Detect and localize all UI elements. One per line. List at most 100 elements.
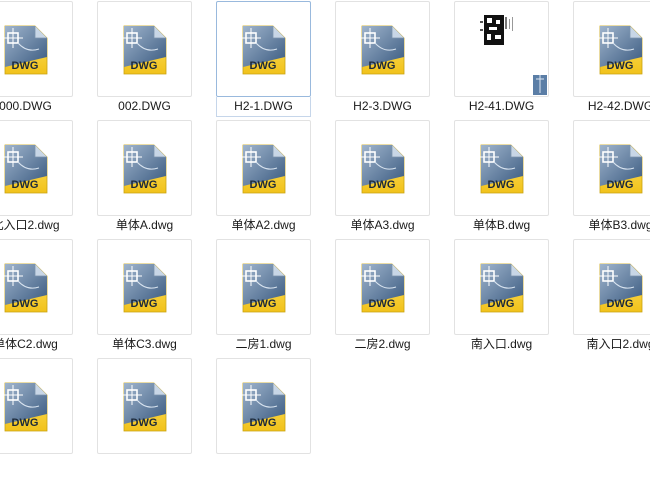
dwg-badge-text: DWG — [369, 298, 396, 310]
file-thumbnail[interactable]: DWG — [0, 239, 73, 335]
dwg-file-icon: DWG — [479, 144, 524, 194]
file-tile[interactable]: DWG 002.DWG — [97, 1, 216, 120]
file-name-label: 单体A.dwg — [115, 218, 174, 232]
file-thumbnail[interactable]: DWG — [216, 358, 311, 454]
file-thumbnail[interactable]: DWG — [454, 120, 549, 216]
file-thumbnail[interactable]: DWG — [216, 1, 311, 97]
file-thumbnail[interactable]: DWG — [0, 120, 73, 216]
dwg-badge-text: DWG — [250, 417, 277, 429]
file-name-label: 北入口2.dwg — [0, 218, 60, 232]
file-tile[interactable]: DWG — [216, 358, 335, 477]
file-name-label: H2-41.DWG — [468, 99, 535, 113]
file-name-label: H2-3.DWG — [353, 99, 412, 113]
dwg-file-icon: DWG — [122, 263, 167, 313]
dwg-badge-text: DWG — [607, 298, 634, 310]
file-tile[interactable]: H2-41.DWG — [454, 1, 573, 120]
dwg-file-icon: DWG — [479, 263, 524, 313]
file-thumbnail[interactable]: DWG — [573, 120, 650, 216]
file-thumbnail[interactable]: DWG — [0, 358, 73, 454]
file-name-label: 二房2.dwg — [354, 337, 411, 351]
file-tile[interactable]: DWG — [97, 358, 216, 477]
file-tile[interactable]: DWG 南入口2.dwg — [573, 239, 650, 358]
dwg-badge-text: DWG — [12, 179, 39, 191]
file-tile[interactable]: DWG 二房2.dwg — [335, 239, 454, 358]
file-tile[interactable]: DWG 单体C3.dwg — [97, 239, 216, 358]
drawing-preview-thumbnail — [456, 3, 547, 95]
dwg-file-icon: DWG — [122, 25, 167, 75]
file-grid: DWG 000.DWG DWG 002.DWG DWG H2-1.DWG DWG… — [0, 0, 650, 454]
dwg-badge-text: DWG — [12, 298, 39, 310]
file-tile[interactable]: DWG 单体C2.dwg — [0, 239, 97, 358]
dwg-badge-text: DWG — [12, 417, 39, 429]
file-name-label: 南入口.dwg — [470, 337, 533, 351]
dwg-badge-text: DWG — [250, 298, 277, 310]
file-thumbnail[interactable]: DWG — [0, 1, 73, 97]
dwg-badge-text: DWG — [131, 417, 158, 429]
dwg-file-icon: DWG — [241, 382, 286, 432]
file-thumbnail[interactable]: DWG — [573, 1, 650, 97]
dwg-badge-text: DWG — [131, 179, 158, 191]
dwg-badge-text: DWG — [369, 60, 396, 72]
dwg-file-icon: DWG — [360, 25, 405, 75]
file-name-label: 单体A2.dwg — [231, 218, 296, 232]
file-tile[interactable]: DWG 南入口.dwg — [454, 239, 573, 358]
dwg-file-icon: DWG — [598, 144, 643, 194]
file-tile[interactable]: DWG H2-1.DWG — [216, 1, 335, 120]
dwg-file-icon: DWG — [122, 144, 167, 194]
file-tile[interactable]: DWG H2-3.DWG — [335, 1, 454, 120]
dwg-file-icon: DWG — [3, 263, 48, 313]
file-tile[interactable]: DWG 单体B3.dwg — [573, 120, 650, 239]
file-thumbnail[interactable]: DWG — [97, 1, 192, 97]
file-thumbnail[interactable]: DWG — [335, 239, 430, 335]
dwg-badge-text: DWG — [12, 60, 39, 72]
dwg-file-icon: DWG — [3, 144, 48, 194]
file-tile[interactable]: DWG — [0, 358, 97, 477]
file-thumbnail[interactable]: DWG — [573, 239, 650, 335]
dwg-file-icon: DWG — [598, 25, 643, 75]
file-thumbnail[interactable]: DWG — [216, 120, 311, 216]
dwg-file-icon: DWG — [598, 263, 643, 313]
file-thumbnail[interactable]: DWG — [335, 1, 430, 97]
file-tile[interactable]: DWG H2-42.DWG — [573, 1, 650, 120]
file-thumbnail[interactable] — [454, 1, 549, 97]
file-name-label: H2-42.DWG — [587, 99, 650, 113]
file-name-label: H2-1.DWG — [234, 99, 293, 113]
dwg-badge-text: DWG — [131, 298, 158, 310]
dwg-file-icon: DWG — [360, 263, 405, 313]
dwg-file-icon: DWG — [241, 263, 286, 313]
file-thumbnail[interactable]: DWG — [97, 358, 192, 454]
file-thumbnail[interactable]: DWG — [97, 239, 192, 335]
file-name-label: 002.DWG — [118, 99, 171, 113]
file-name-label: 000.DWG — [0, 99, 52, 113]
file-name-label: 南入口2.dwg — [586, 337, 650, 351]
file-tile[interactable]: DWG 单体A3.dwg — [335, 120, 454, 239]
dwg-badge-text: DWG — [250, 60, 277, 72]
dwg-file-icon: DWG — [3, 382, 48, 432]
dwg-file-icon: DWG — [241, 144, 286, 194]
file-name-label: 单体A3.dwg — [350, 218, 415, 232]
file-name-label: 单体C3.dwg — [112, 337, 177, 351]
file-tile[interactable]: DWG 单体A.dwg — [97, 120, 216, 239]
file-tile[interactable]: DWG 二房1.dwg — [216, 239, 335, 358]
dwg-badge-text: DWG — [131, 60, 158, 72]
dwg-badge-text: DWG — [607, 60, 634, 72]
dwg-badge-text: DWG — [369, 179, 396, 191]
file-tile[interactable]: DWG 单体A2.dwg — [216, 120, 335, 239]
file-tile[interactable]: DWG 单体B.dwg — [454, 120, 573, 239]
dwg-badge-text: DWG — [488, 298, 515, 310]
file-name-label: 单体B.dwg — [472, 218, 531, 232]
dwg-file-icon: DWG — [3, 25, 48, 75]
dwg-badge-text: DWG — [607, 179, 634, 191]
file-thumbnail[interactable]: DWG — [216, 239, 311, 335]
dwg-file-icon: DWG — [241, 25, 286, 75]
file-thumbnail[interactable]: DWG — [454, 239, 549, 335]
file-thumbnail[interactable]: DWG — [97, 120, 192, 216]
dwg-file-icon: DWG — [122, 382, 167, 432]
file-name-label: 二房1.dwg — [235, 337, 292, 351]
file-name-label: 单体B3.dwg — [588, 218, 650, 232]
dwg-file-icon: DWG — [360, 144, 405, 194]
file-tile[interactable]: DWG 北入口2.dwg — [0, 120, 97, 239]
file-tile[interactable]: DWG 000.DWG — [0, 1, 97, 120]
dwg-badge-text: DWG — [488, 179, 515, 191]
file-thumbnail[interactable]: DWG — [335, 120, 430, 216]
